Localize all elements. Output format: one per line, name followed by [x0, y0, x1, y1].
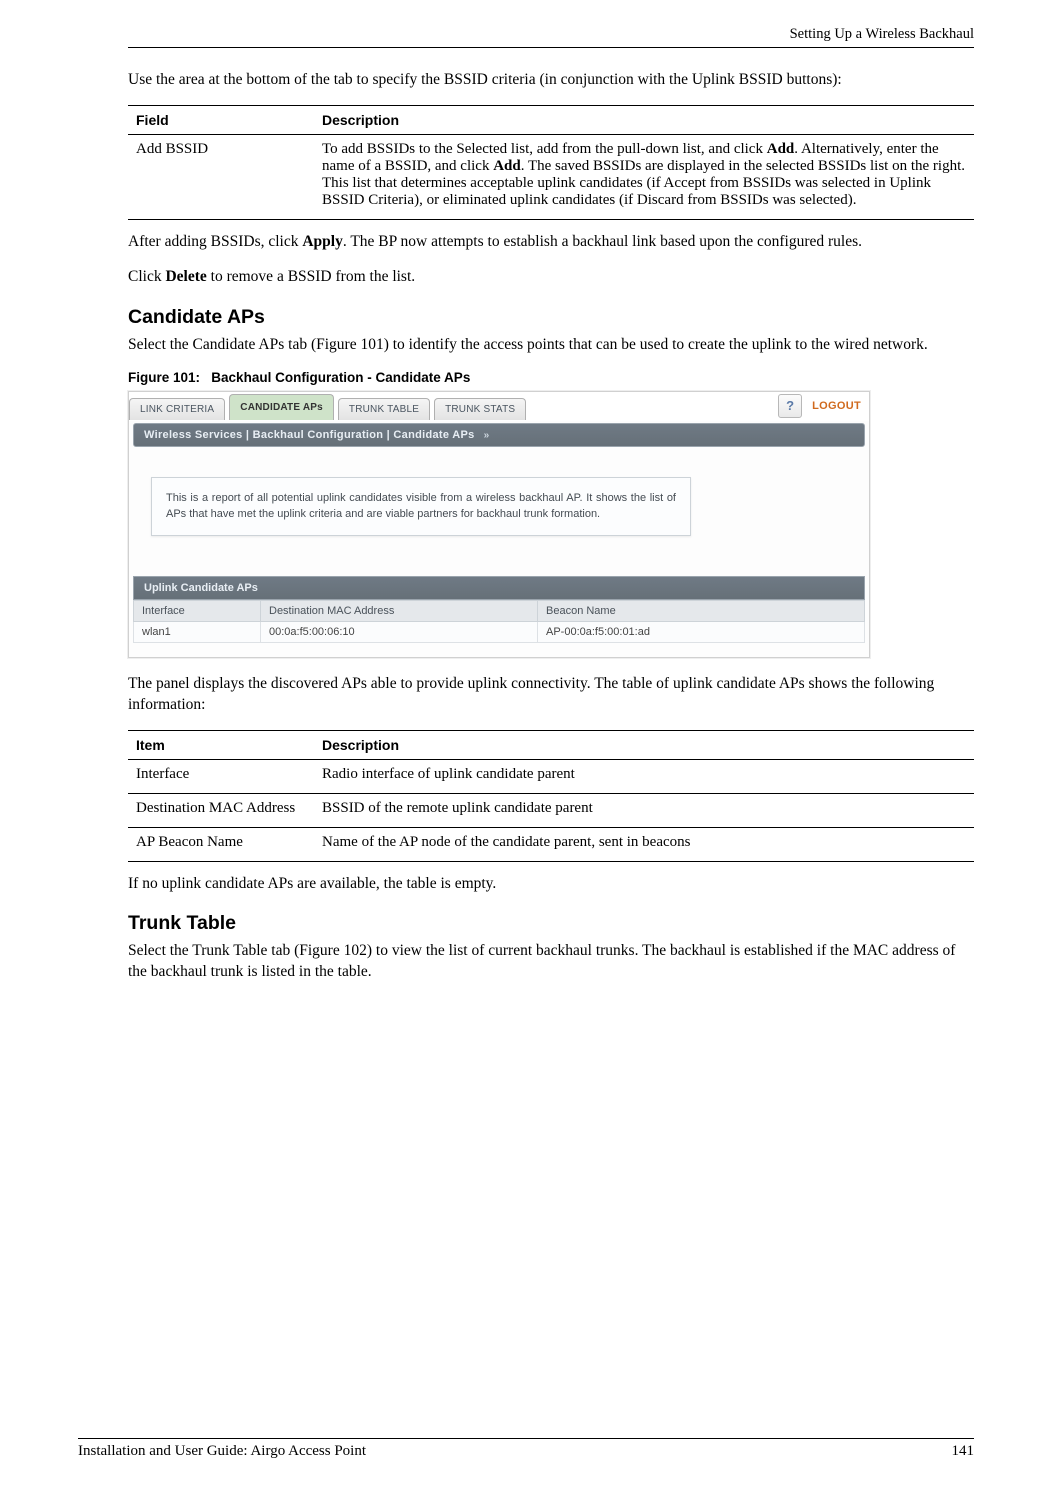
col-field: Field: [128, 105, 314, 134]
tab-link-criteria[interactable]: LINK CRITERIA: [129, 398, 225, 420]
no-uplink-paragraph: If no uplink candidate APs are available…: [128, 874, 974, 895]
tab-candidate-aps[interactable]: CANDIDATE APs: [229, 394, 334, 420]
field-name: Add BSSID: [128, 134, 314, 219]
tab-trunk-stats[interactable]: TRUNK STATS: [434, 398, 526, 420]
candidate-heading: Candidate APs: [128, 306, 974, 329]
running-header: Setting Up a Wireless Backhaul: [128, 26, 974, 43]
candidate-after-paragraph: The panel displays the discovered APs ab…: [128, 674, 974, 716]
item-desc-table: Item Description Interface Radio interfa…: [128, 730, 974, 862]
page-number: 141: [952, 1443, 975, 1460]
candidate-intro: Select the Candidate APs tab (Figure 101…: [128, 335, 974, 356]
table-row: AP Beacon Name Name of the AP node of th…: [128, 827, 974, 861]
screenshot-ui: LINK CRITERIA CANDIDATE APs TRUNK TABLE …: [128, 391, 870, 658]
col-item: Item: [128, 730, 314, 759]
col-description: Description: [314, 105, 974, 134]
delete-paragraph: Click Delete to remove a BSSID from the …: [128, 267, 974, 288]
header-rule: [128, 47, 974, 48]
table-row: Interface Radio interface of uplink cand…: [128, 759, 974, 793]
tab-trunk-table[interactable]: TRUNK TABLE: [338, 398, 430, 420]
help-icon[interactable]: ?: [778, 394, 802, 418]
tab-bar: LINK CRITERIA CANDIDATE APs TRUNK TABLE …: [129, 392, 869, 421]
uplink-candidate-table: Interface Destination MAC Address Beacon…: [133, 600, 865, 643]
col-interface: Interface: [134, 600, 261, 621]
description-box: This is a report of all potential uplink…: [151, 477, 691, 536]
page-footer: Installation and User Guide: Airgo Acces…: [78, 1438, 974, 1460]
uplink-section-title: Uplink Candidate APs: [133, 576, 865, 600]
bssid-field-table: Field Description Add BSSID To add BSSID…: [128, 105, 974, 220]
table-row: wlan1 00:0a:f5:00:06:10 AP-00:0a:f5:00:0…: [134, 621, 865, 642]
table-row: Destination MAC Address BSSID of the rem…: [128, 793, 974, 827]
col-description: Description: [314, 730, 974, 759]
trunk-heading: Trunk Table: [128, 912, 974, 935]
col-dest-mac: Destination MAC Address: [261, 600, 538, 621]
figure-caption: Figure 101: Backhaul Configuration - Can…: [128, 370, 974, 385]
apply-paragraph: After adding BSSIDs, click Apply. The BP…: [128, 232, 974, 253]
trunk-intro-paragraph: Select the Trunk Table tab (Figure 102) …: [128, 941, 974, 983]
intro-paragraph: Use the area at the bottom of the tab to…: [128, 70, 974, 91]
footer-title: Installation and User Guide: Airgo Acces…: [78, 1443, 366, 1460]
field-description: To add BSSIDs to the Selected list, add …: [314, 134, 974, 219]
logout-link[interactable]: LOGOUT: [812, 400, 861, 412]
breadcrumb: Wireless Services | Backhaul Configurati…: [133, 423, 865, 447]
col-beacon-name: Beacon Name: [538, 600, 865, 621]
